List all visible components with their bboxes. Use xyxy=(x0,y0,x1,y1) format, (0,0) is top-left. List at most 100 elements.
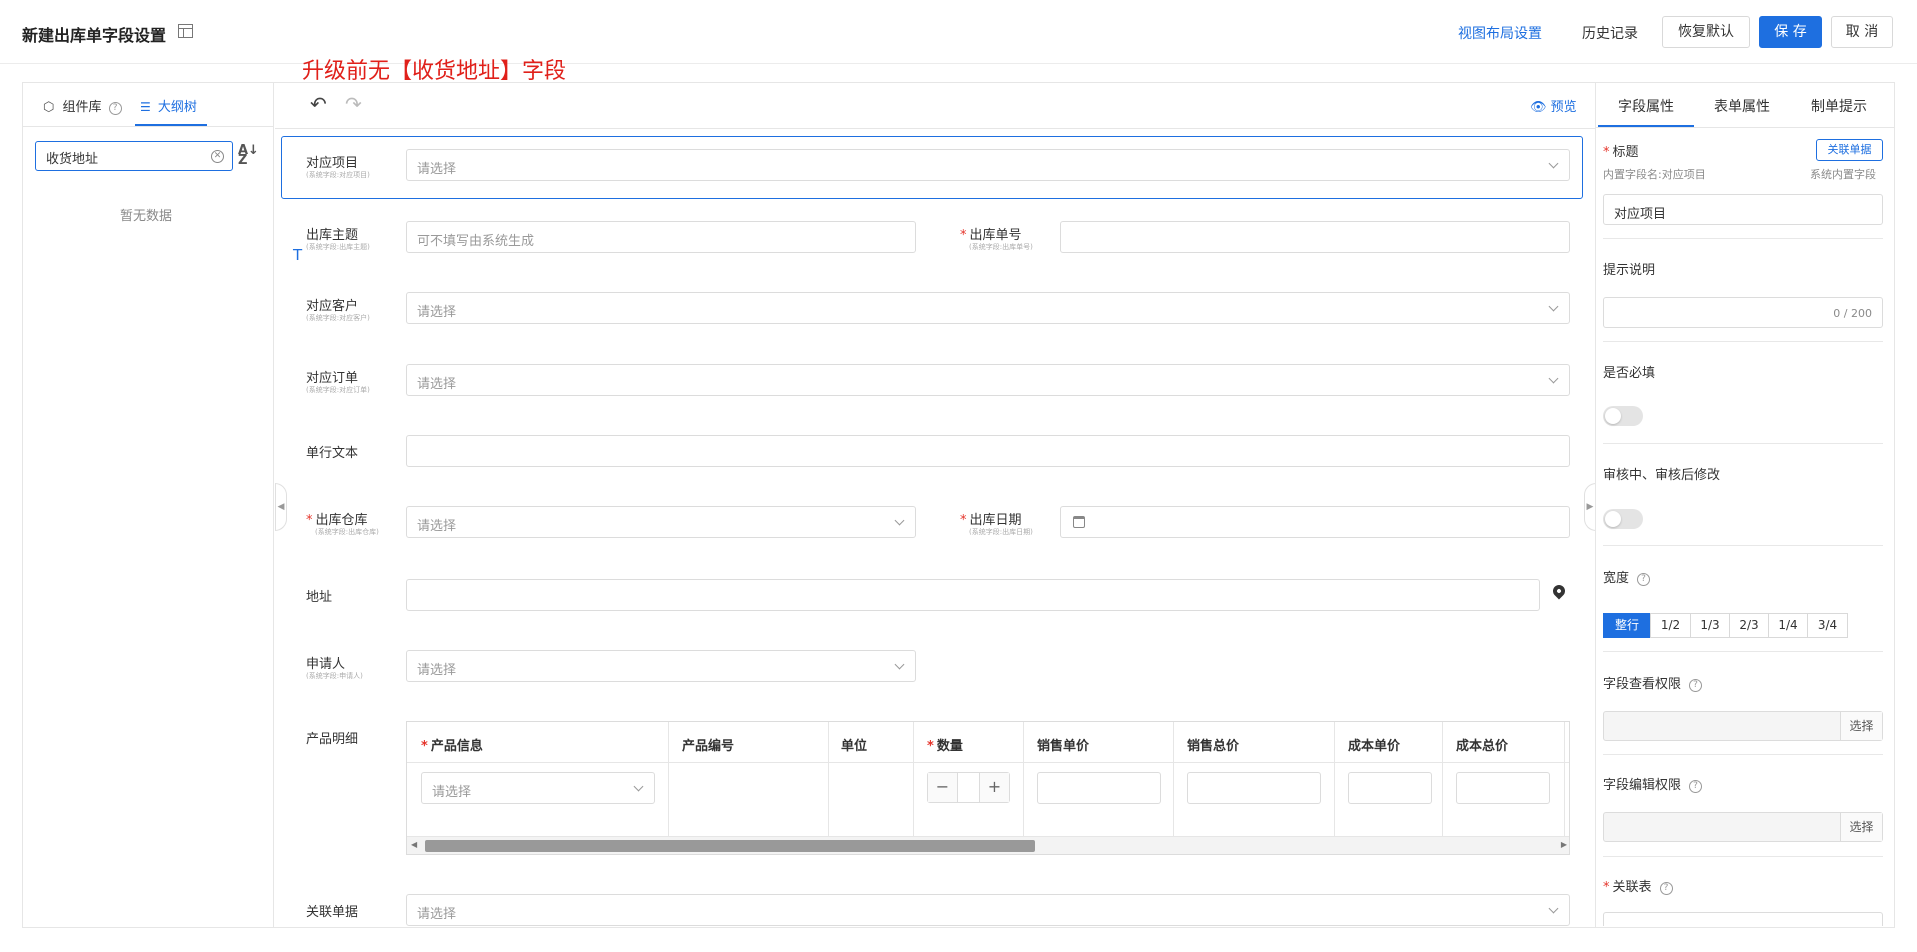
width-option-three-quarters[interactable]: 3/4 xyxy=(1807,613,1848,638)
width-option-third[interactable]: 1/3 xyxy=(1690,613,1730,638)
width-label: 宽度? xyxy=(1603,567,1651,586)
link-table-select[interactable] xyxy=(1603,912,1883,926)
field-sub-label: (系统字段:申请人) xyxy=(306,672,363,680)
increment-button[interactable]: + xyxy=(979,773,1009,802)
edit-permission-field[interactable]: 选择 xyxy=(1603,812,1883,842)
divider xyxy=(1603,545,1883,546)
field-label: 申请人 xyxy=(306,657,346,672)
field-label: * 出库日期 xyxy=(960,513,1022,528)
preview-label: 预览 xyxy=(1550,100,1577,115)
column-divider xyxy=(913,722,914,836)
field-label: 出库主题 xyxy=(306,228,359,243)
customer-select[interactable]: 请选择 xyxy=(406,292,1570,324)
link-table-label: * 关联表? xyxy=(1603,876,1673,895)
layout-icon[interactable] xyxy=(178,24,193,38)
single-line-text-input[interactable] xyxy=(406,435,1570,467)
edit-permission-label: 字段编辑权限? xyxy=(1603,774,1703,793)
project-select[interactable]: 请选择 xyxy=(406,149,1570,181)
column-divider xyxy=(1442,722,1443,836)
save-button[interactable]: 保 存 xyxy=(1759,16,1822,48)
restore-default-button[interactable]: 恢复默认 xyxy=(1662,16,1750,48)
column-divider xyxy=(668,722,669,836)
view-permission-label: 字段查看权限? xyxy=(1603,673,1703,692)
search-input[interactable]: 收货地址 ✕ xyxy=(35,141,233,171)
collapse-left-handle[interactable]: ◀ xyxy=(275,483,287,531)
column-divider xyxy=(828,722,829,836)
date-picker[interactable] xyxy=(1060,506,1570,538)
select-placeholder: 请选择 xyxy=(417,162,457,177)
annotation-text: 升级前无【收货地址】字段 xyxy=(302,59,567,84)
view-permission-field[interactable]: 选择 xyxy=(1603,711,1883,741)
cost-total-input[interactable] xyxy=(1456,772,1550,804)
field-sub-label: (系统字段:对应客户) xyxy=(306,314,370,322)
select-button[interactable]: 选择 xyxy=(1840,712,1882,740)
column-header: 成本单价 xyxy=(1348,739,1401,754)
applicant-select[interactable]: 请选择 xyxy=(406,650,916,682)
quantity-stepper[interactable]: − + xyxy=(927,772,1010,803)
help-icon: ? xyxy=(1637,573,1651,586)
column-header: 单位 xyxy=(841,739,868,754)
hint-input[interactable]: 0 / 200 xyxy=(1603,297,1883,328)
char-counter: 0 / 200 xyxy=(1833,307,1872,320)
product-select[interactable]: 请选择 xyxy=(421,772,655,804)
order-number-input[interactable] xyxy=(1060,221,1570,253)
order-select[interactable]: 请选择 xyxy=(406,364,1570,396)
help-icon: ? xyxy=(1659,882,1673,895)
edit-after-review-toggle[interactable] xyxy=(1603,509,1643,529)
address-input[interactable] xyxy=(406,579,1540,611)
column-header: 销售单价 xyxy=(1037,739,1090,754)
linked-document-select[interactable]: 请选择 xyxy=(406,894,1570,926)
field-label: 对应客户 xyxy=(306,299,359,314)
page-title: 新建出库单字段设置 xyxy=(22,26,167,45)
text-cursor-icon: T xyxy=(293,246,303,264)
tab-components[interactable]: ⬡ 组件库 ? xyxy=(43,96,122,115)
field-label: * 出库仓库 xyxy=(306,513,368,528)
select-placeholder: 请选择 xyxy=(417,663,457,678)
cancel-button[interactable]: 取 消 xyxy=(1831,16,1893,48)
horizontal-scrollbar[interactable]: ◀ ▶ xyxy=(407,836,1569,854)
clear-icon[interactable]: ✕ xyxy=(211,150,224,163)
sale-price-input[interactable] xyxy=(1037,772,1161,804)
width-option-quarter[interactable]: 1/4 xyxy=(1768,613,1808,638)
tab-form-tips[interactable]: 制单提示 xyxy=(1811,96,1867,116)
undo-icon[interactable]: ↶ xyxy=(310,94,327,114)
subject-input[interactable]: 可不填写由系统生成 xyxy=(406,221,916,253)
select-placeholder: 请选择 xyxy=(417,305,457,320)
chevron-down-icon xyxy=(894,659,905,670)
preview-button[interactable]: 👁 预览 xyxy=(1530,96,1577,115)
divider xyxy=(1603,754,1883,755)
tab-field-properties[interactable]: 字段属性 xyxy=(1618,96,1674,116)
select-button[interactable]: 选择 xyxy=(1840,813,1882,841)
field-label: 对应订单 xyxy=(306,371,359,386)
edit-after-review-label: 审核中、审核后修改 xyxy=(1603,468,1721,483)
field-label: * 出库单号 xyxy=(960,228,1022,243)
required-label: 是否必填 xyxy=(1603,366,1656,381)
tab-outline-label: 大纲树 xyxy=(157,100,197,115)
redo-icon[interactable]: ↷ xyxy=(345,94,362,114)
sort-az-icon[interactable]: A↓ Z xyxy=(238,144,259,167)
view-layout-link[interactable]: 视图布局设置 xyxy=(1458,23,1542,43)
warehouse-select[interactable]: 请选择 xyxy=(406,506,916,538)
history-link[interactable]: 历史记录 xyxy=(1582,23,1638,43)
select-placeholder: 请选择 xyxy=(432,785,472,800)
help-icon: ? xyxy=(1689,780,1703,793)
width-option-two-thirds[interactable]: 2/3 xyxy=(1729,613,1769,638)
title-input-value: 对应项目 xyxy=(1614,207,1667,222)
title-input[interactable]: 对应项目 xyxy=(1603,194,1883,225)
scroll-left-icon[interactable]: ◀ xyxy=(411,840,417,849)
tab-outline[interactable]: ☰ 大纲树 xyxy=(140,96,197,115)
field-sub-label: (系统字段:出库日期) xyxy=(969,528,1033,536)
sale-total-input[interactable] xyxy=(1187,772,1321,804)
scrollbar-thumb[interactable] xyxy=(425,840,1035,852)
width-option-half[interactable]: 1/2 xyxy=(1650,613,1691,638)
tab-form-properties[interactable]: 表单属性 xyxy=(1714,96,1770,116)
scroll-right-icon[interactable]: ▶ xyxy=(1561,840,1567,849)
divider xyxy=(1603,856,1883,857)
chevron-left-icon: ◀ xyxy=(277,502,285,512)
width-option-full[interactable]: 整行 xyxy=(1603,613,1651,638)
search-input-value: 收货地址 xyxy=(46,152,99,167)
link-document-button[interactable]: 关联单据 xyxy=(1816,139,1883,161)
cost-price-input[interactable] xyxy=(1348,772,1432,804)
required-toggle[interactable] xyxy=(1603,406,1643,426)
decrement-button[interactable]: − xyxy=(928,773,958,802)
